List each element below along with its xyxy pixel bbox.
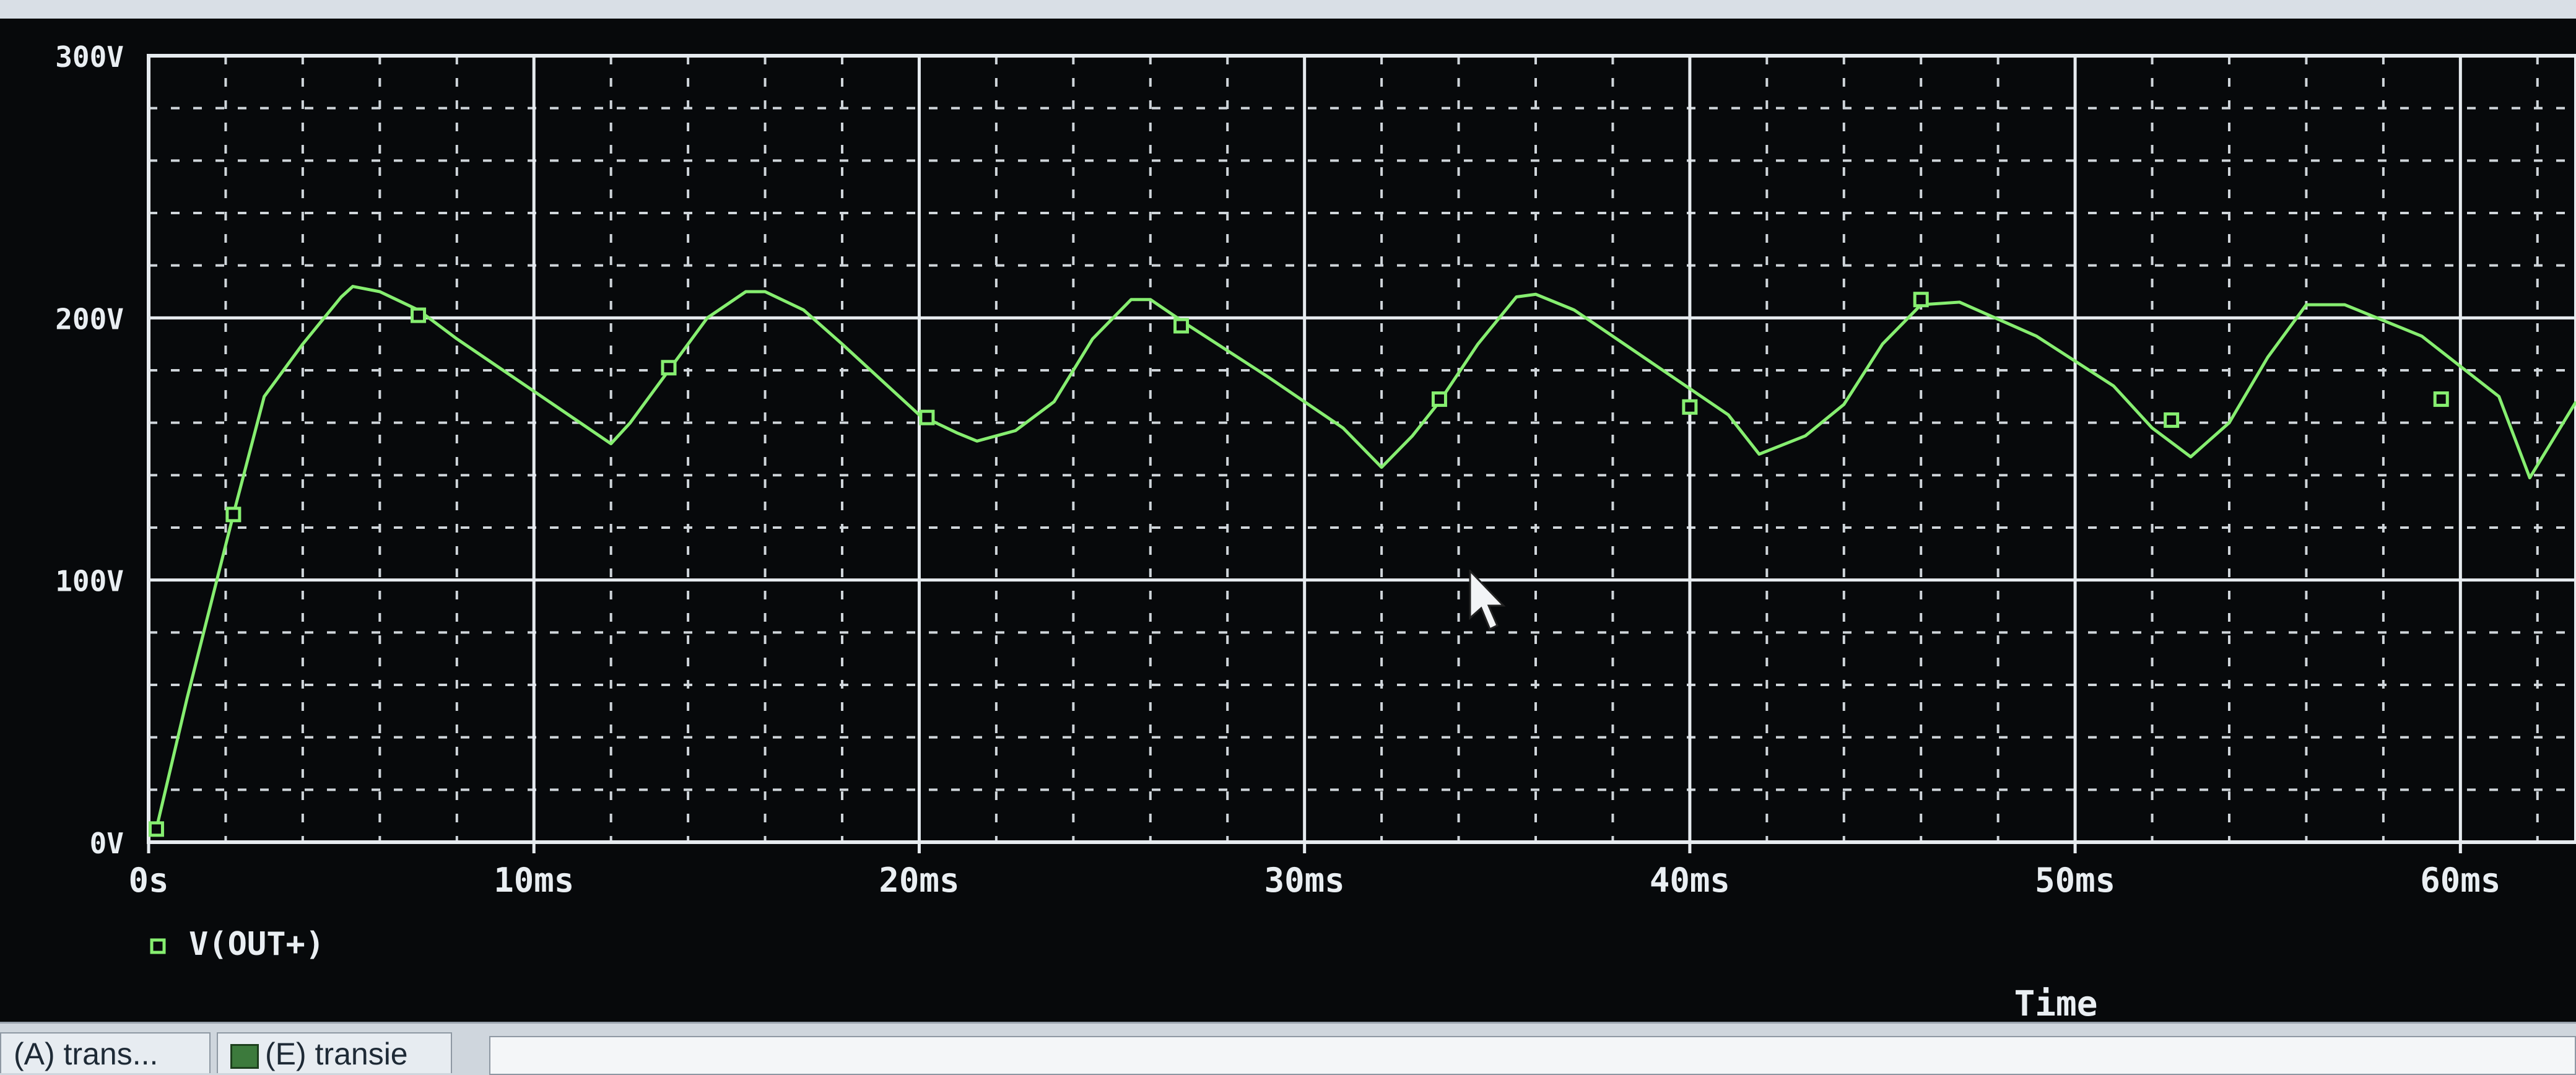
major-grid bbox=[147, 54, 2576, 853]
x-tick-label: 50ms bbox=[2035, 861, 2115, 900]
data-point-marker[interactable] bbox=[661, 360, 677, 376]
data-point-marker[interactable] bbox=[148, 821, 164, 837]
data-point-marker[interactable] bbox=[1682, 399, 1698, 415]
x-tick-label: 40ms bbox=[1650, 861, 1730, 900]
data-point-marker[interactable] bbox=[2164, 412, 2180, 428]
series-line-v-out-plus[interactable] bbox=[155, 285, 2576, 830]
x-axis-label: Time bbox=[2014, 984, 2098, 1022]
legend-series-label: V(OUT+) bbox=[189, 926, 324, 963]
tab-trans-a[interactable]: (A) trans... bbox=[0, 1032, 211, 1073]
tab-transient-e[interactable]: (E) transie bbox=[217, 1032, 452, 1073]
data-point-marker[interactable] bbox=[1431, 391, 1447, 407]
waveform-icon bbox=[230, 1043, 259, 1069]
legend[interactable]: V(OUT+) bbox=[150, 926, 324, 963]
tab-label: (E) transie bbox=[265, 1037, 408, 1071]
data-point-marker[interactable] bbox=[2433, 391, 2449, 407]
y-axis-ticks: 0V 100V 200V 300V bbox=[55, 40, 124, 860]
analysis-tab-bar: (A) trans... (E) transie bbox=[0, 1022, 2576, 1075]
y-tick-label: 200V bbox=[55, 302, 124, 336]
voltage-chart[interactable]: 0V 100V 200V 300V 0s 10ms 20ms 30ms 40ms 50ms 60m… bbox=[0, 19, 2576, 1022]
probe-window: 0V 100V 200V 300V 0s 10ms 20ms 30ms 40ms 50ms 60m… bbox=[0, 0, 2576, 1075]
data-point-marker[interactable] bbox=[919, 409, 935, 425]
x-tick-label: 20ms bbox=[879, 861, 959, 900]
data-point-marker[interactable] bbox=[1913, 292, 1929, 308]
x-tick-label: 60ms bbox=[2420, 861, 2500, 900]
legend-marker-icon bbox=[150, 938, 166, 954]
x-tick-label: 10ms bbox=[494, 861, 574, 900]
data-point-marker[interactable] bbox=[1173, 318, 1190, 334]
y-tick-label: 0V bbox=[90, 827, 124, 860]
data-point-marker[interactable] bbox=[411, 307, 427, 323]
x-tick-label: 30ms bbox=[1264, 861, 1345, 900]
x-axis-ticks: 0s 10ms 20ms 30ms 40ms 50ms 60ms bbox=[128, 861, 2500, 900]
window-top-edge bbox=[0, 0, 2576, 19]
y-tick-label: 300V bbox=[55, 40, 124, 74]
y-tick-label: 100V bbox=[55, 565, 124, 598]
tab-label: (A) trans... bbox=[14, 1037, 159, 1071]
series-layer bbox=[148, 285, 2576, 837]
mouse-pointer-icon bbox=[1469, 570, 1506, 631]
x-tick-label: 0s bbox=[128, 861, 168, 900]
plot-area[interactable]: 0V 100V 200V 300V 0s 10ms 20ms 30ms 40ms 50ms 60m… bbox=[0, 19, 2576, 1022]
data-point-marker[interactable] bbox=[225, 507, 242, 523]
status-field bbox=[489, 1036, 2576, 1075]
